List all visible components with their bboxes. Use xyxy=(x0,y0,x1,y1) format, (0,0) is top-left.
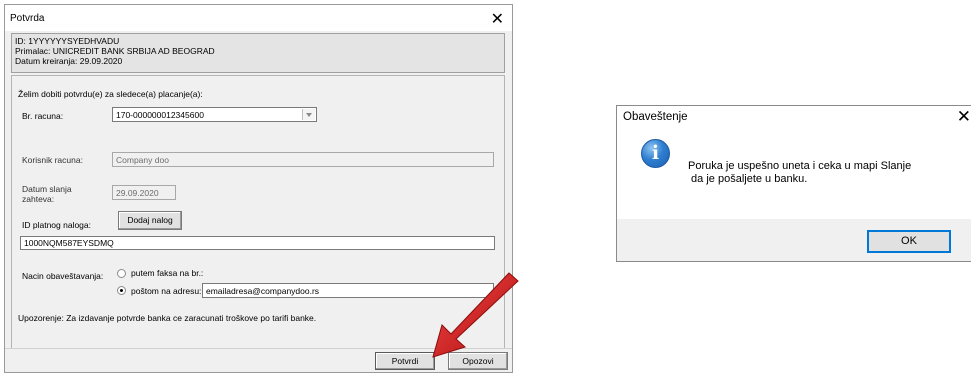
fax-option-label: putem faksa na br.: xyxy=(131,268,204,278)
order-id-field[interactable]: 1000NQM587EYSDMQ xyxy=(20,236,495,250)
payment-recipient: Primalac: UNICREDIT BANK SRBIJA AD BEOGR… xyxy=(15,46,215,56)
request-form: Želim dobiti potvrdu(e) za sledece(a) pl… xyxy=(11,75,505,353)
notice-title: Obaveštenje xyxy=(623,111,688,123)
mail-radio[interactable] xyxy=(117,286,126,295)
notice-titlebar[interactable]: Obaveštenje ✕ xyxy=(617,106,971,129)
account-select-value: 170-000000012345600 xyxy=(116,110,204,120)
close-icon[interactable]: ✕ xyxy=(491,9,504,29)
confirm-button[interactable]: Potvrdi xyxy=(375,352,435,370)
payment-info-box: ID: 1YYYYYYSYEDHVADU Primalac: UNICREDIT… xyxy=(11,33,505,73)
mail-address-field[interactable]: emailadresa@companydoo.rs xyxy=(202,283,494,298)
chevron-down-icon[interactable] xyxy=(302,109,315,120)
close-icon[interactable]: ✕ xyxy=(957,107,971,127)
dialog-button-bar: Potvrdi Opozovi xyxy=(5,348,512,372)
fax-radio[interactable] xyxy=(117,269,126,278)
payment-id: ID: 1YYYYYYSYEDHVADU xyxy=(15,36,120,46)
warning-text: Upozorenje: Za izdavanje potvrde banka c… xyxy=(18,313,317,323)
notice-dialog: Obaveštenje ✕ i Poruka je uspešno uneta … xyxy=(616,105,971,262)
ok-button[interactable]: OK xyxy=(867,230,951,253)
info-icon: i xyxy=(641,139,670,168)
account-user-field: Company doo xyxy=(112,152,494,167)
confirmation-dialog: Potvrda ✕ ID: 1YYYYYYSYEDHVADU Primalac:… xyxy=(4,4,513,373)
add-order-button[interactable]: Dodaj nalog xyxy=(118,211,182,230)
payment-created-date: Datum kreiranja: 29.09.2020 xyxy=(15,56,123,66)
notice-message-line1: Poruka je uspešno uneta i ceka u mapi Sl… xyxy=(688,160,912,172)
dialog-title: Potvrda xyxy=(10,13,45,24)
notice-message-line2: da je pošaljete u banku. xyxy=(688,173,808,185)
dialog-titlebar[interactable]: Potvrda ✕ xyxy=(5,5,512,31)
request-date-label-2: zahteva: xyxy=(22,194,55,204)
account-label: Br. racuna: xyxy=(22,111,64,121)
account-user-label: Korisnik racuna: xyxy=(22,155,83,165)
intro-text: Želim dobiti potvrdu(e) za sledece(a) pl… xyxy=(18,89,203,99)
mail-option-label: poštom na adresu: xyxy=(131,286,202,296)
request-date-label-1: Datum slanja xyxy=(22,184,72,194)
order-id-label: ID platnog naloga: xyxy=(22,220,91,230)
request-date-field: 29.09.2020 xyxy=(112,185,176,200)
cancel-button[interactable]: Opozovi xyxy=(448,352,508,370)
account-select[interactable]: 170-000000012345600 xyxy=(112,107,317,122)
notify-method-label: Nacin obaveštavanja: xyxy=(22,271,104,281)
